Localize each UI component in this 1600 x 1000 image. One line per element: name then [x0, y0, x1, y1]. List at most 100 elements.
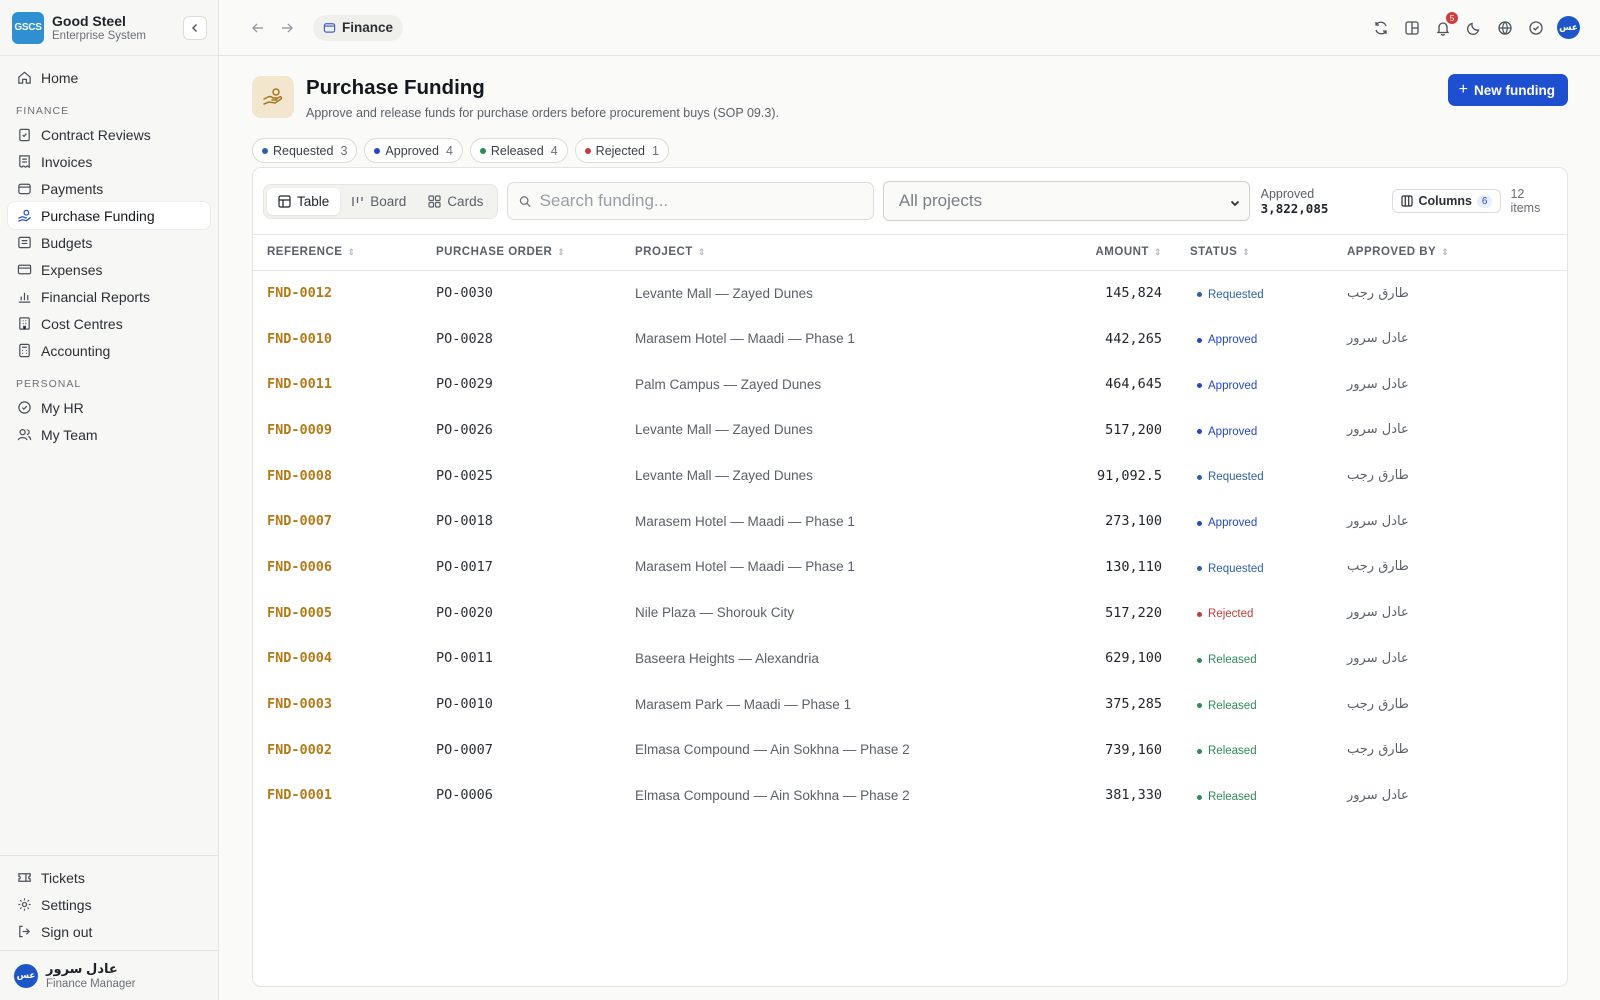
sidebar-item-accounting[interactable]: Accounting: [8, 337, 210, 364]
sidebar-item-expenses[interactable]: Expenses: [8, 256, 210, 283]
reference-cell[interactable]: FND-0012: [253, 270, 436, 316]
chevron-down-icon: [1229, 194, 1241, 214]
column-header-status[interactable]: STATUS ⇕: [1190, 235, 1347, 271]
filter-chip-rejected[interactable]: Rejected 1: [574, 138, 669, 163]
sidebar-item-budgets[interactable]: Budgets: [8, 229, 210, 256]
sidebar-item-cost-centres[interactable]: Cost Centres: [8, 310, 210, 337]
status-badge: Rejected: [1190, 608, 1253, 620]
language-button[interactable]: [1495, 18, 1515, 38]
clipboard-check-icon: [16, 126, 33, 143]
reference-cell[interactable]: FND-0009: [253, 407, 436, 453]
sidebar-divider: [0, 855, 218, 856]
wallet-icon: [16, 180, 33, 197]
purchase-order-cell: PO-0006: [436, 787, 493, 804]
sidebar-nav: Home FINANCE Contract Reviews Invoices Pay…: [0, 56, 218, 454]
main-content: Purchase Funding Approve and release fun…: [252, 56, 1568, 987]
sidebar-item-purchase-funding[interactable]: Purchase Funding: [8, 202, 210, 229]
user-profile[interactable]: عس عادل سرور Finance Manager: [0, 950, 218, 1000]
tasks-button[interactable]: [1526, 18, 1546, 38]
theme-toggle-button[interactable]: [1464, 18, 1484, 38]
status-dot: [1197, 566, 1202, 572]
table-row[interactable]: FND-0001 PO-0006 Elmasa Compound — Ain Sok…: [253, 773, 1567, 819]
bar-chart-icon: [16, 288, 33, 305]
column-header-project[interactable]: PROJECT ⇕: [635, 235, 1015, 271]
columns-icon: [1401, 195, 1414, 207]
forward-button[interactable]: [276, 17, 298, 39]
status-badge: Requested: [1190, 563, 1264, 575]
table-row[interactable]: FND-0008 PO-0025 Levante Mall — Zayed Dune…: [253, 453, 1567, 499]
sidebar-item-sign-out[interactable]: Sign out: [8, 918, 210, 945]
sidebar-item-invoices[interactable]: Invoices: [8, 148, 210, 175]
project-select[interactable]: All projects: [882, 181, 1250, 221]
amount-cell: 145,824: [1105, 285, 1162, 302]
card-icon: [16, 261, 33, 278]
apps-button[interactable]: [1402, 18, 1422, 38]
approved-total: Approved 3,822,085: [1261, 187, 1384, 216]
globe-icon: [1498, 20, 1512, 35]
sidebar-item-payments[interactable]: Payments: [8, 175, 210, 202]
sidebar-item-my-hr[interactable]: My HR: [8, 394, 210, 421]
status-cell: Released: [1190, 636, 1347, 682]
sidebar-item-label: Accounting: [41, 342, 111, 359]
sidebar-item-tickets[interactable]: Tickets: [8, 864, 210, 891]
topbar-avatar[interactable]: عس: [1557, 16, 1580, 39]
reference-cell[interactable]: FND-0006: [253, 544, 436, 590]
table-row[interactable]: FND-0010 PO-0028 Marasem Hotel — Maadi — P…: [253, 316, 1567, 362]
table-row[interactable]: FND-0002 PO-0007 Elmasa Compound — Ain Sok…: [253, 727, 1567, 773]
view-table-tab[interactable]: Table: [267, 187, 341, 215]
status-label: Released: [1208, 791, 1257, 804]
status-dot: [1197, 703, 1202, 709]
table-row[interactable]: FND-0004 PO-0011 Baseera Heights — Alexand…: [253, 636, 1567, 682]
view-cards-tab[interactable]: Cards: [417, 188, 494, 215]
reference-cell[interactable]: FND-0004: [253, 636, 436, 682]
sidebar-item-contract-reviews[interactable]: Contract Reviews: [8, 121, 210, 148]
filter-chip-requested[interactable]: Requested 3: [252, 138, 358, 163]
status-dot: [584, 147, 591, 154]
sidebar-item-financial-reports[interactable]: Financial Reports: [8, 283, 210, 310]
table-row[interactable]: FND-0009 PO-0026 Levante Mall — Zayed Dune…: [253, 407, 1567, 453]
project-cell: Baseera Heights — Alexandria: [635, 650, 819, 666]
refresh-button[interactable]: [1371, 18, 1391, 38]
columns-button[interactable]: Columns 6: [1392, 189, 1502, 213]
gear-icon: [16, 896, 33, 913]
column-header-approved-by[interactable]: APPROVED BY ⇕: [1347, 235, 1567, 271]
reference-cell[interactable]: FND-0010: [253, 316, 436, 362]
search-input[interactable]: [539, 191, 862, 211]
table-row[interactable]: FND-0003 PO-0010 Marasem Park — Maadi — Ph…: [253, 681, 1567, 727]
sidebar-item-settings[interactable]: Settings: [8, 891, 210, 918]
column-header-reference[interactable]: REFERENCE ⇕: [253, 235, 436, 271]
table-row[interactable]: FND-0005 PO-0020 Nile Plaza — Shorouk City…: [253, 590, 1567, 636]
amount-cell: 517,220: [1105, 604, 1162, 621]
view-board-tab[interactable]: Board: [340, 188, 417, 215]
reference-cell[interactable]: FND-0002: [253, 727, 436, 773]
notifications-button[interactable]: 5: [1433, 11, 1458, 38]
new-funding-button[interactable]: + New funding: [1447, 74, 1568, 106]
table-row[interactable]: FND-0011 PO-0029 Palm Campus — Zayed Dunes…: [253, 361, 1567, 407]
filter-chip-approved[interactable]: Approved 4: [364, 138, 463, 163]
sidebar-item-label: My Team: [41, 426, 98, 443]
reference-cell[interactable]: FND-0011: [253, 361, 436, 407]
reference-cell[interactable]: FND-0001: [253, 773, 436, 819]
sidebar-item-my-team[interactable]: My Team: [8, 421, 210, 448]
reference-cell[interactable]: FND-0007: [253, 498, 436, 544]
breadcrumb[interactable]: Finance: [313, 14, 404, 41]
column-header-amount[interactable]: AMOUNT ⇕: [1015, 235, 1190, 271]
collapse-sidebar-button[interactable]: [183, 16, 207, 40]
status-dot: [374, 147, 381, 154]
reference-cell[interactable]: FND-0008: [253, 453, 436, 499]
table-row[interactable]: FND-0012 PO-0030 Levante Mall — Zayed Dune…: [253, 270, 1567, 316]
status-badge: Released: [1190, 700, 1257, 712]
receipt-icon: [16, 153, 33, 170]
filter-chip-released[interactable]: Released 4: [469, 138, 568, 163]
reference-cell[interactable]: FND-0005: [253, 590, 436, 636]
status-dot: [1197, 429, 1202, 435]
table-row[interactable]: FND-0007 PO-0018 Marasem Hotel — Maadi — P…: [253, 498, 1567, 544]
column-header-purchase-order[interactable]: PURCHASE ORDER ⇕: [436, 235, 635, 271]
brand-subtitle: Enterprise System: [52, 30, 146, 42]
sidebar-item-home[interactable]: Home: [8, 64, 210, 91]
table-row[interactable]: FND-0006 PO-0017 Marasem Hotel — Maadi — P…: [253, 544, 1567, 590]
items-count: 12 items: [1510, 187, 1541, 215]
back-button[interactable]: [247, 17, 269, 39]
page-subtitle: Approve and release funds for purchase o…: [306, 106, 779, 120]
reference-cell[interactable]: FND-0003: [253, 681, 436, 727]
